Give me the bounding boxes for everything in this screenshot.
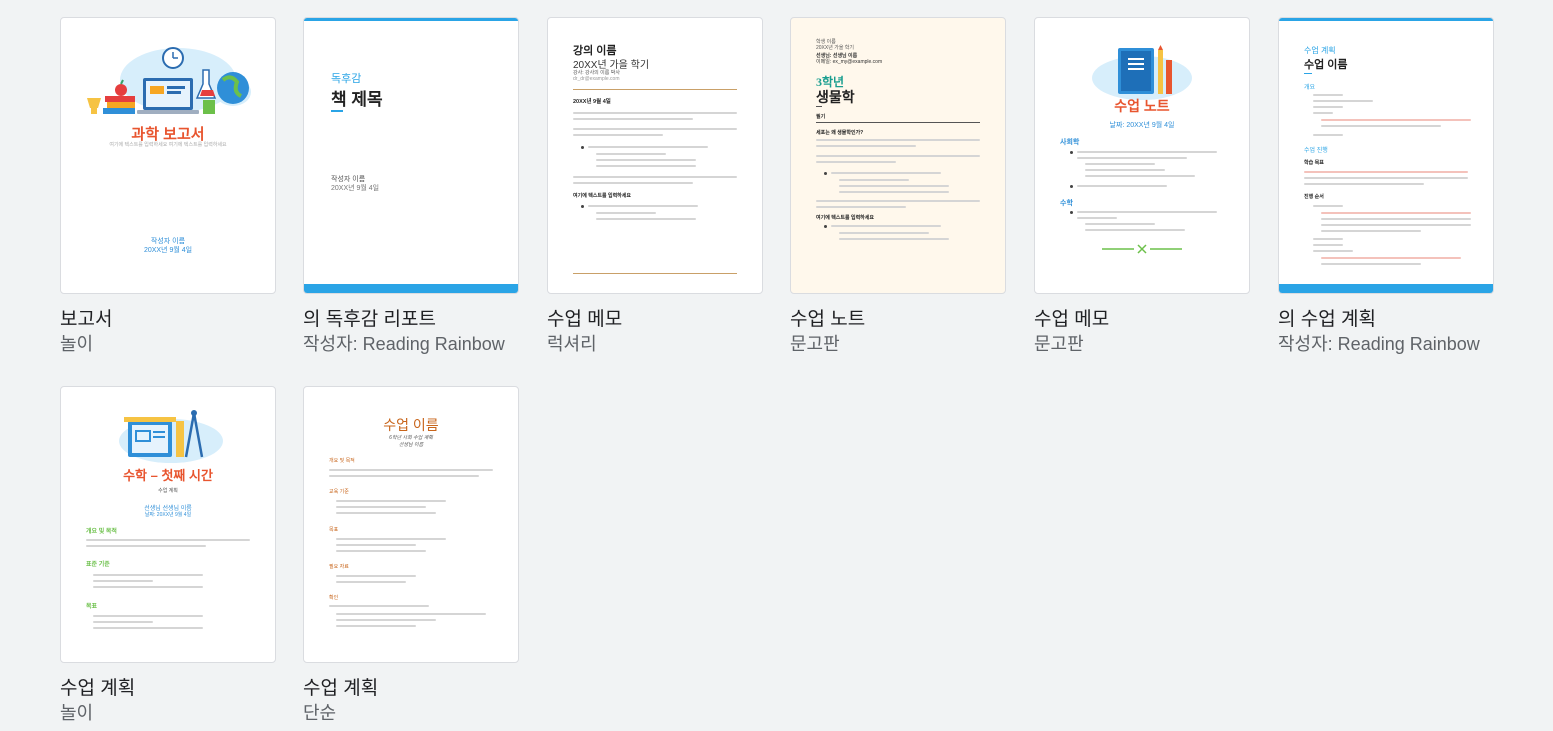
math-illustration-icon [119,410,223,463]
template-title: 수업 계획 [60,678,136,699]
template-title: 의 수업 계획 [1278,309,1376,330]
preview-kicker: 수업 계획 [1304,46,1336,55]
preview-section: 여기에 텍스트를 입력하세요 [573,193,631,199]
preview-heading: 수업 이름 [383,417,439,433]
bottom-accent-bar [304,284,518,293]
template-thumbnail[interactable]: 수학 – 첫째 시간 수업 계획 선생님 선생님 이름 날짜: 20XX년 9월… [60,386,276,663]
template-thumbnail[interactable]: 수업 계획 수업 이름 개요 수업 진행 학습 목표 진행 순서 [1278,17,1494,294]
divider [573,89,737,90]
template-title: 수업 계획 [303,678,379,699]
preview-heading: 수학 – 첫째 시간 [123,468,213,483]
preview-section3: 학습 목표 [1304,160,1324,166]
preview-meta2: dr_dr@example.com [573,76,620,82]
preview-section1: 개요 [1304,85,1316,91]
preview-section1: 필기 [816,114,826,120]
template-subtitle: 럭셔리 [547,334,597,354]
template-card-lesson-plan-simple[interactable]: 수업 이름 6학년 사회 수업 계획 선생님 이름 개요 및 목적 교육 기준 … [303,386,519,725]
preview-date: 날짜: 20XX년 9월 4일 [144,512,192,518]
preview-section2: 수업 진행 [1304,148,1328,154]
preview-section4: 필요 자료 [329,564,349,570]
template-card-lesson-plan-rainbow[interactable]: 수업 계획 수업 이름 개요 수업 진행 학습 목표 진행 순서 의 수업 계획… [1278,17,1494,356]
preview-date: 날짜: 20XX년 9월 4일 [1109,122,1175,129]
preview-section3: 목표 [86,604,98,610]
preview-section1: 개요 및 목적 [329,458,355,464]
preview-section2: 수학 [1060,200,1073,207]
preview-meta2: 20XX년 가을 학기 [816,45,855,51]
template-card-class-notes-luxury[interactable]: 강의 이름 20XX년 가을 학기 강사: 강사의 이름 박사 dr_dr@ex… [547,17,763,356]
preview-section1: 사회학 [1060,139,1080,146]
template-subtitle: 작성자: Reading Rainbow [1278,334,1480,354]
template-thumbnail[interactable]: 강의 이름 20XX년 가을 학기 강사: 강사의 이름 박사 dr_dr@ex… [547,17,763,294]
preview-label: 수업 계획 [158,488,178,494]
preview-heading: 생물학 [816,89,855,105]
preview-sub1: 6학년 사회 수업 계획 [389,435,433,441]
template-thumbnail[interactable]: 과학 보고서 여기에 텍스트를 입력하세요 여기에 텍스트를 입력하세요 작성자… [60,17,276,294]
template-thumbnail[interactable]: 독후감 책 제목 작성자 이름 20XX년 9월 4일 [303,17,519,294]
template-card-class-notes-paperback[interactable]: 학생 이름 20XX년 가을 학기 선생님: 선생님 이름 이메일: ex_my… [790,17,1006,356]
template-subtitle: 놀이 [60,703,94,723]
preview-date: 20XX년 9월 4일 [143,247,193,254]
preview-heading: 책 제목 [331,90,383,109]
divider-ornament-icon [1102,244,1182,254]
template-title: 수업 메모 [547,309,623,330]
template-card-book-report[interactable]: 독후감 책 제목 작성자 이름 20XX년 9월 4일 의 독후감 리포트 작성… [303,17,519,356]
template-thumbnail[interactable]: 수업 이름 6학년 사회 수업 계획 선생님 이름 개요 및 목적 교육 기준 … [303,386,519,663]
preview-heading: 과학 보고서 [131,126,205,143]
preview-tagline: 여기에 텍스트를 입력하세요 여기에 텍스트를 입력하세요 [109,142,227,148]
preview-section4: 진행 순서 [1304,194,1324,200]
preview-section3: 목표 [329,527,339,533]
template-title: 보고서 [60,309,113,330]
top-accent-bar [304,18,518,21]
preview-kicker: 독후감 [331,73,362,85]
science-illustration-icon [87,47,251,114]
preview-meta4: 이메일: ex_my@example.com [816,59,883,65]
preview-section3: 여기에 텍스트를 입력하세요 [816,215,874,221]
preview-section2: 교육 기준 [329,489,349,495]
footer-divider [573,273,737,274]
preview-date: 20XX년 9월 4일 [331,185,380,192]
heading-underline [331,110,343,112]
template-subtitle: 놀이 [60,334,94,354]
template-subtitle: 문고판 [1034,334,1084,354]
preview-heading: 수업 이름 [1304,59,1348,71]
template-subtitle: 작성자: Reading Rainbow [303,334,505,354]
preview-sub2: 선생님 이름 [398,442,424,448]
preview-section5: 확인 [329,595,339,601]
preview-date: 20XX년 9월 4일 [573,99,611,105]
template-subtitle: 문고판 [790,334,840,354]
template-subtitle: 단순 [303,703,337,723]
template-thumbnail[interactable]: 수업 노트 날짜: 20XX년 9월 4일 사회학 수학 [1034,17,1250,294]
bottom-accent-bar [1279,284,1493,293]
preview-section2: 표준 기준 [86,562,110,568]
template-title: 수업 노트 [790,309,866,330]
preview-section2: 세포는 왜 생물학인가? [816,130,864,136]
template-card-science-report[interactable]: 과학 보고서 여기에 텍스트를 입력하세요 여기에 텍스트를 입력하세요 작성자… [60,17,276,356]
template-title: 수업 메모 [1034,309,1110,330]
template-title: 의 독후감 리포트 [303,309,436,330]
notebook-illustration-icon [1092,45,1192,100]
template-card-lesson-plan-playful[interactable]: 수학 – 첫째 시간 수업 계획 선생님 선생님 이름 날짜: 20XX년 9월… [60,386,276,725]
template-card-class-memo-paperback[interactable]: 수업 노트 날짜: 20XX년 9월 4일 사회학 수학 수업 메모 문고판 [1034,17,1250,356]
preview-section1: 개요 및 목적 [86,529,117,535]
preview-heading: 수업 노트 [1114,98,1170,114]
top-accent-bar [1279,18,1493,21]
template-thumbnail[interactable]: 학생 이름 20XX년 가을 학기 선생님: 선생님 이름 이메일: ex_my… [790,17,1006,294]
preview-term: 20XX년 가을 학기 [573,60,650,71]
